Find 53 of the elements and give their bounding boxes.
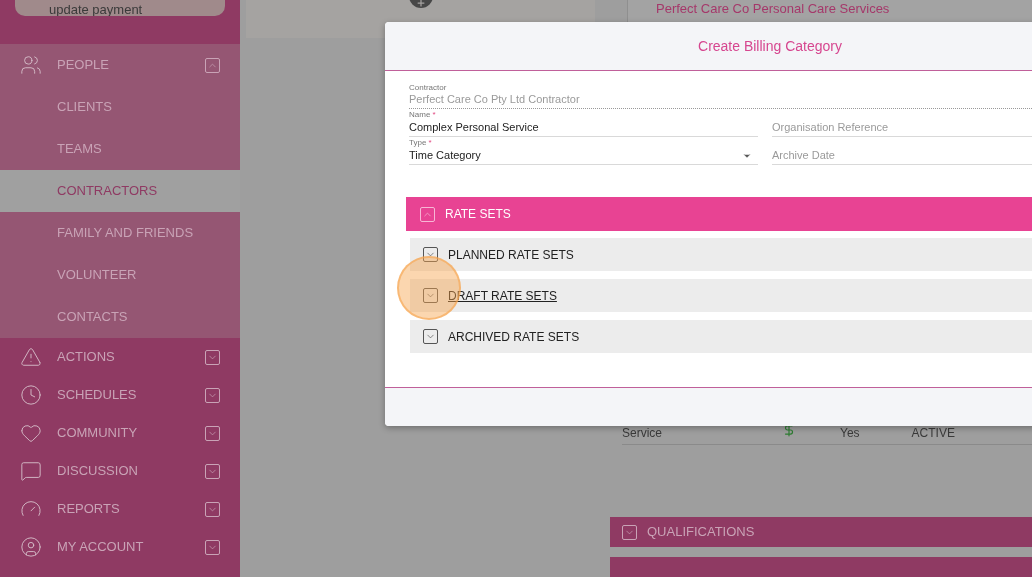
nav-label: REPORTS bbox=[57, 500, 121, 519]
table-cell: ACTIVE bbox=[911, 427, 955, 440]
table-cell: Yes bbox=[840, 427, 860, 440]
dialog-title: Create Billing Category bbox=[698, 36, 842, 56]
chevron-down-icon[interactable] bbox=[205, 539, 220, 555]
subsection-header[interactable]: PLANNED RATE SETS bbox=[410, 238, 1032, 271]
chevron-up-icon[interactable] bbox=[205, 57, 220, 73]
nav-label: SCHEDULES bbox=[57, 386, 138, 405]
chevron-down-icon[interactable] bbox=[205, 501, 220, 517]
nav-item[interactable]: SCHEDULES bbox=[0, 376, 240, 414]
nav-subitem[interactable]: VOLUNTEER bbox=[0, 254, 240, 296]
chevron-down-icon[interactable] bbox=[205, 463, 220, 479]
dollar-icon bbox=[782, 423, 796, 438]
people-icon bbox=[20, 54, 42, 76]
chevron-down-icon[interactable] bbox=[205, 349, 220, 365]
nav-subitem[interactable]: CONTRACTORS bbox=[0, 170, 240, 212]
heart-icon bbox=[20, 422, 42, 444]
update-payment-button[interactable]: update payment bbox=[15, 0, 225, 16]
clock-icon bbox=[20, 384, 42, 406]
chevron-down-icon[interactable] bbox=[205, 425, 220, 441]
nav-item[interactable]: ACTIONS bbox=[0, 338, 240, 376]
card-title: Perfect Care Co Personal Care Services bbox=[656, 0, 890, 17]
chevron-down-icon[interactable] bbox=[622, 524, 637, 540]
warning-icon bbox=[20, 346, 42, 368]
nav-subitem[interactable]: CONTACTS bbox=[0, 296, 240, 338]
input-field[interactable]: Type * Time Category bbox=[409, 137, 758, 165]
table-cell-text: Service bbox=[622, 425, 663, 443]
nav-item[interactable]: PEOPLE bbox=[0, 44, 240, 86]
contractor-field: Contractor Perfect Care Co Pty Ltd Contractor bbox=[409, 83, 1032, 109]
nav-subitem[interactable]: TEAMS bbox=[0, 128, 240, 170]
nav-label: ACTIONS bbox=[57, 348, 116, 367]
nav-item[interactable]: DISCUSSION bbox=[0, 452, 240, 490]
section-header[interactable]: RATE SETS bbox=[406, 197, 1032, 231]
nav-label: MY ACCOUNT bbox=[57, 538, 145, 557]
nav-subitem[interactable]: FAMILY AND FRIENDS bbox=[0, 212, 240, 254]
chevron-down-icon[interactable] bbox=[205, 387, 220, 403]
chevron-down-icon[interactable] bbox=[423, 288, 438, 303]
nav-subitem[interactable]: CLIENTS bbox=[0, 86, 240, 128]
nav-label: DISCUSSION bbox=[57, 462, 139, 481]
nav-item[interactable]: MY ACCOUNT bbox=[0, 528, 240, 566]
nav-item[interactable]: REPORTS bbox=[0, 490, 240, 528]
user-icon bbox=[20, 536, 42, 558]
input-field[interactable]: Organisation Reference bbox=[772, 109, 1032, 137]
nav-item[interactable]: COMMUNITY bbox=[0, 414, 240, 452]
nav-label: PEOPLE bbox=[57, 56, 111, 75]
nav-label: COMMUNITY bbox=[57, 424, 139, 443]
chevron-up-icon[interactable] bbox=[420, 206, 435, 222]
section-header[interactable]: QUALIFICATIONS bbox=[610, 516, 1032, 548]
subsection-header[interactable]: ARCHIVED RATE SETS bbox=[410, 320, 1032, 353]
input-field[interactable]: Archive Date bbox=[772, 137, 1032, 165]
input-field[interactable]: Name * Complex Personal Service bbox=[409, 109, 758, 137]
chevron-down-icon[interactable] bbox=[423, 329, 438, 344]
chat-icon bbox=[20, 460, 42, 482]
